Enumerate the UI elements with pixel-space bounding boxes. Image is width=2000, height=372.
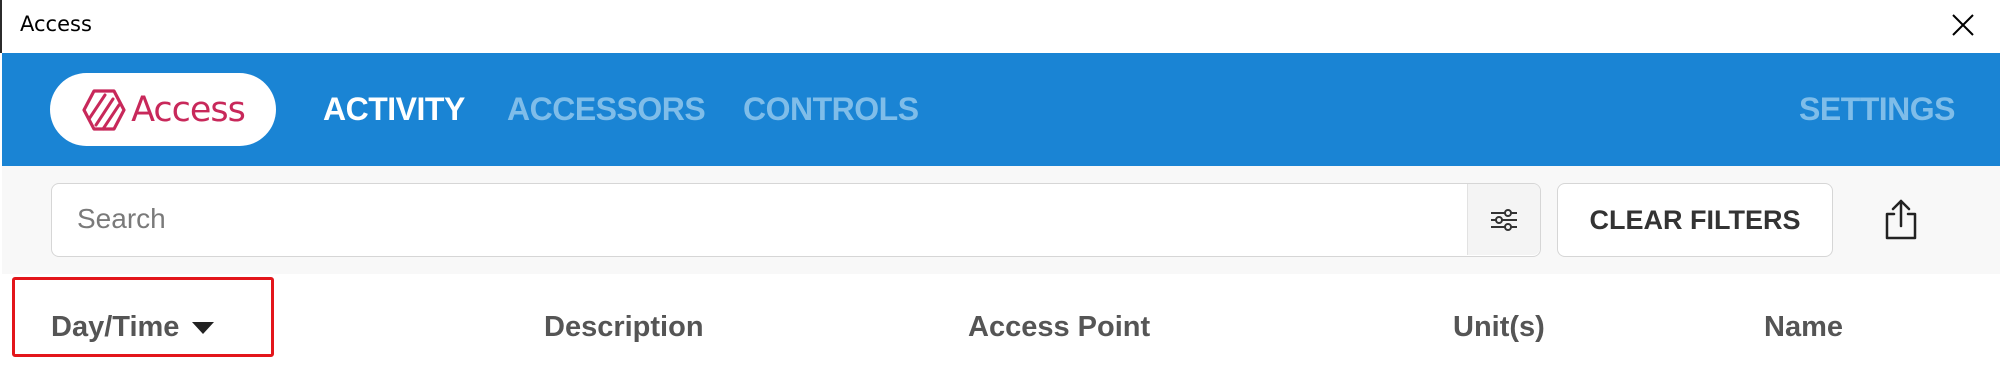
clear-filters-button[interactable]: CLEAR FILTERS	[1557, 183, 1833, 257]
column-header-description[interactable]: Description	[544, 311, 704, 344]
column-header-units[interactable]: Unit(s)	[1453, 311, 1545, 344]
activity-panel: CLEAR FILTERS Day/Time Description Acces…	[2, 166, 2000, 372]
search-input[interactable]	[52, 184, 1462, 254]
window-titlebar: Access	[0, 0, 2000, 53]
highlight-annotation	[12, 277, 274, 357]
top-navbar: Access ACTIVITY ACCESSORS CONTROLS SETTI…	[2, 53, 2000, 166]
search-container	[51, 183, 1541, 257]
tab-activity[interactable]: ACTIVITY	[323, 91, 465, 128]
filter-sliders-icon[interactable]	[1467, 184, 1540, 255]
tab-accessors[interactable]: ACCESSORS	[507, 91, 706, 128]
tab-settings[interactable]: SETTINGS	[1799, 91, 1956, 128]
tab-controls[interactable]: CONTROLS	[743, 91, 919, 128]
table-header-row: Day/Time Description Access Point Unit(s…	[2, 274, 2000, 372]
share-export-icon[interactable]	[1872, 191, 1930, 249]
column-header-name[interactable]: Name	[1764, 311, 1843, 344]
window-title: Access	[20, 12, 92, 36]
column-header-access-point[interactable]: Access Point	[968, 311, 1150, 344]
access-hexagon-logo-icon	[82, 88, 126, 131]
logo-text: Access	[131, 89, 246, 130]
app-logo[interactable]: Access	[50, 73, 276, 146]
close-icon[interactable]	[1946, 8, 1980, 42]
